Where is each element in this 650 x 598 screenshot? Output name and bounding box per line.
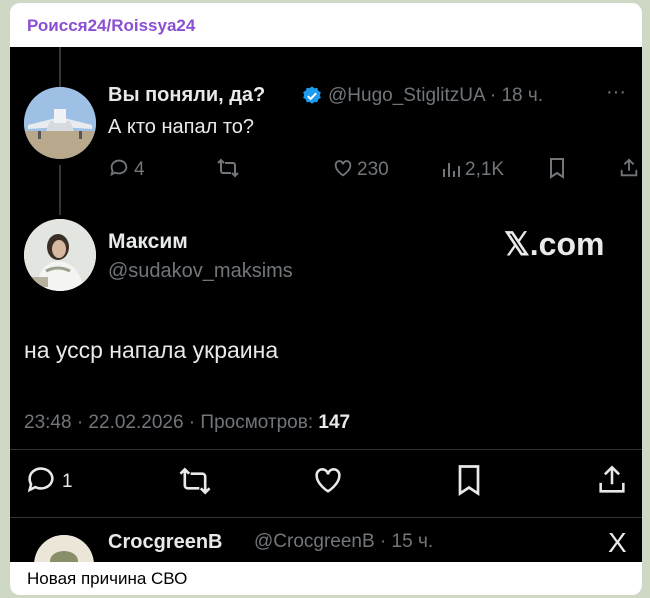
main-tweet-text: на усср напала украина xyxy=(24,337,279,363)
quoted-handle-time[interactable]: @Hugo_StiglitzUA · 18 ч. xyxy=(328,85,543,107)
retweet-icon[interactable] xyxy=(177,465,213,497)
tweet-screenshot[interactable]: Вы поняли, да? @Hugo_StiglitzUA · 18 ч. … xyxy=(10,47,642,562)
views-icon[interactable] xyxy=(441,159,461,179)
message-bubble: Роисся24/Roissya24 Вы поняли, да? @Hugo_… xyxy=(10,3,642,595)
avatar-crocgreen xyxy=(34,535,94,562)
message-caption: Новая причина СВО xyxy=(27,569,188,588)
divider xyxy=(10,517,642,518)
channel-name[interactable]: Роисся24/Roissya24 xyxy=(27,16,195,36)
divider xyxy=(10,449,642,450)
next-author-name[interactable]: CrocgreenB xyxy=(108,531,222,554)
quoted-tweet-text: А кто напал то? xyxy=(108,116,255,138)
quoted-reply-count: 4 xyxy=(134,159,145,180)
like-icon[interactable] xyxy=(311,463,345,497)
quoted-author-name[interactable]: Вы поняли, да? xyxy=(108,84,265,107)
verified-badge-icon xyxy=(303,86,321,104)
next-handle-time[interactable]: @CrocgreenB · 15 ч. xyxy=(254,531,433,553)
avatar-maksim xyxy=(24,219,96,291)
reply-icon[interactable] xyxy=(108,157,130,179)
main-handle[interactable]: @sudakov_maksims xyxy=(108,260,293,283)
x-com-watermark: 𝕏.com xyxy=(504,226,605,262)
like-icon[interactable] xyxy=(332,157,354,179)
thread-line-middle xyxy=(59,165,61,215)
quoted-views-count: 2,1K xyxy=(465,159,505,180)
x-logo-icon: X xyxy=(608,527,627,558)
main-tweet-views: 147 xyxy=(318,412,351,433)
quoted-like-count: 230 xyxy=(357,159,389,180)
bookmark-icon[interactable] xyxy=(547,157,567,179)
main-reply-count: 1 xyxy=(62,471,73,492)
retweet-icon[interactable] xyxy=(216,157,240,179)
share-icon[interactable] xyxy=(595,463,629,497)
thread-line-top xyxy=(59,47,61,89)
reply-icon[interactable] xyxy=(24,463,58,497)
share-icon[interactable] xyxy=(618,157,640,179)
main-author-name[interactable]: Максим xyxy=(108,230,188,254)
avatar-hugo xyxy=(24,87,96,159)
bookmark-icon[interactable] xyxy=(454,463,484,497)
main-tweet-meta: 23:48 · 22.02.2026 · Просмотров: 147 xyxy=(24,412,350,434)
main-tweet-time: 23:48 · 22.02.2026 · Просмотров: xyxy=(24,412,319,433)
more-icon[interactable]: ··· xyxy=(606,81,626,104)
